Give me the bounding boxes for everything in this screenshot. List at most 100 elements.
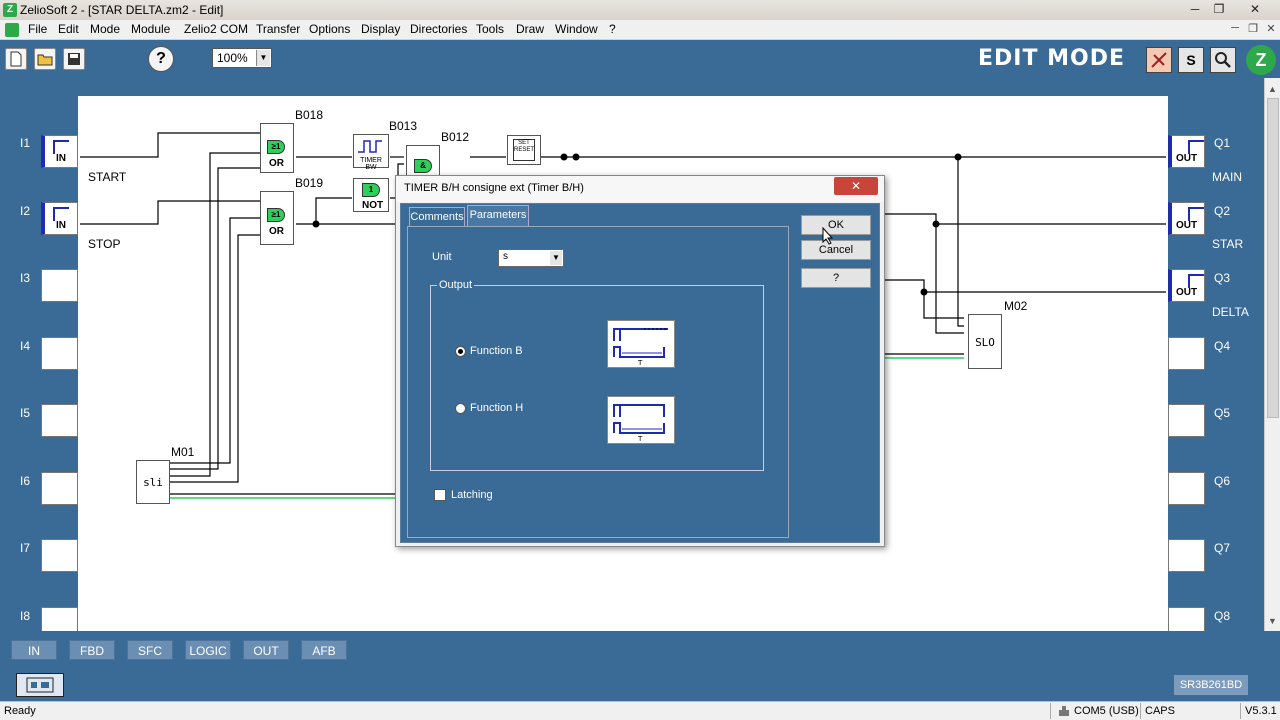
scroll-thumb[interactable] bbox=[1267, 98, 1279, 418]
output-slot-q6[interactable] bbox=[1168, 472, 1205, 505]
output-label-q6: Q6 bbox=[1214, 474, 1231, 488]
restore-button[interactable]: ❐ bbox=[1206, 0, 1232, 20]
unit-select[interactable]: s ▼ bbox=[498, 249, 564, 267]
module-config-icon[interactable] bbox=[16, 673, 64, 697]
monitoring-icon[interactable] bbox=[1210, 47, 1236, 73]
mdi-restore-button[interactable]: ❐ bbox=[1244, 22, 1262, 38]
mdi-close-button[interactable]: ✕ bbox=[1262, 22, 1280, 38]
menu-draw[interactable]: Draw bbox=[516, 22, 544, 36]
output-slot-q8[interactable] bbox=[1168, 607, 1205, 631]
or-gate-icon: ≥1 bbox=[267, 140, 285, 154]
input-slot-i6[interactable] bbox=[41, 472, 78, 505]
menu-mode[interactable]: Mode bbox=[90, 22, 120, 36]
zelio-logo-icon[interactable]: Z bbox=[1246, 45, 1276, 75]
menu-display[interactable]: Display bbox=[361, 22, 400, 36]
function-b-radio[interactable] bbox=[455, 346, 466, 357]
chevron-down-icon[interactable]: ▼ bbox=[256, 50, 270, 66]
input-slot-i8[interactable] bbox=[41, 607, 78, 631]
save-icon[interactable] bbox=[63, 48, 85, 70]
menu-transfer[interactable]: Transfer bbox=[256, 22, 300, 36]
menu-options[interactable]: Options bbox=[309, 22, 350, 36]
menu-tools[interactable]: Tools bbox=[476, 22, 504, 36]
function-h-label[interactable]: Function H bbox=[470, 402, 523, 414]
output-label-q8: Q8 bbox=[1214, 609, 1231, 623]
ok-button[interactable]: OK bbox=[801, 215, 871, 235]
timer-parameters-dialog: TIMER B/H consigne ext (Timer B/H) ✕ Com… bbox=[395, 175, 885, 547]
latching-checkbox[interactable] bbox=[434, 489, 446, 501]
output-name-delta: DELTA bbox=[1212, 305, 1249, 319]
block-id-m01: M01 bbox=[171, 445, 195, 459]
zoom-select[interactable]: 100% ▼ bbox=[212, 48, 272, 68]
input-block-label: IN bbox=[56, 220, 66, 231]
tab-parameters[interactable]: Parameters bbox=[467, 205, 529, 227]
cancel-button[interactable]: Cancel bbox=[801, 240, 871, 260]
dialog-close-button[interactable]: ✕ bbox=[834, 177, 878, 195]
menu-file[interactable]: File bbox=[28, 22, 47, 36]
help-button[interactable]: ? bbox=[148, 46, 174, 72]
tab-comments[interactable]: Comments bbox=[409, 207, 465, 227]
chevron-down-icon[interactable]: ▼ bbox=[550, 251, 562, 265]
timer-bw-block[interactable]: TIMER BW bbox=[353, 134, 389, 171]
scroll-up-icon[interactable]: ▲ bbox=[1268, 84, 1277, 94]
tab-out[interactable]: OUT bbox=[243, 640, 289, 660]
simulation-button[interactable]: S bbox=[1178, 47, 1204, 73]
output-label-q1: Q1 bbox=[1214, 136, 1231, 150]
menu-zelio2com[interactable]: Zelio2 COM bbox=[184, 22, 248, 36]
tab-logic[interactable]: LOGIC bbox=[185, 640, 231, 660]
menu-edit[interactable]: Edit bbox=[58, 22, 79, 36]
input-step-icon bbox=[53, 207, 69, 221]
scroll-down-icon[interactable]: ▼ bbox=[1268, 616, 1277, 626]
status-separator bbox=[1240, 703, 1241, 719]
slot-output-m02[interactable]: SLO bbox=[968, 314, 1002, 369]
edit-mode-icon[interactable] bbox=[1146, 47, 1172, 73]
menu-window[interactable]: Window bbox=[555, 22, 598, 36]
latching-label[interactable]: Latching bbox=[451, 489, 493, 501]
output-slot-q5[interactable] bbox=[1168, 404, 1205, 437]
mdi-minimize-button[interactable]: ─ bbox=[1226, 22, 1244, 38]
slot-input-m01[interactable]: sli bbox=[136, 460, 170, 504]
dialog-body: Comments Parameters Unit s ▼ Output Func… bbox=[400, 203, 880, 543]
function-b-label[interactable]: Function B bbox=[470, 345, 523, 357]
output-slot-q4[interactable] bbox=[1168, 337, 1205, 370]
or-label: OR bbox=[269, 158, 284, 169]
input-slot-i3[interactable] bbox=[41, 269, 78, 302]
or-gate-b019[interactable]: ≥1 OR bbox=[260, 191, 294, 245]
function-h-radio[interactable] bbox=[455, 403, 466, 414]
timer-pulse-icon bbox=[358, 140, 382, 153]
or-gate-b018[interactable]: ≥1 OR bbox=[260, 123, 294, 173]
output-block-q1[interactable]: OUT bbox=[1168, 135, 1205, 168]
dialog-title-bar[interactable]: TIMER B/H consigne ext (Timer B/H) ✕ bbox=[396, 176, 884, 202]
output-block-label: OUT bbox=[1176, 220, 1198, 231]
tab-sfc[interactable]: SFC bbox=[127, 640, 173, 660]
input-slot-i5[interactable] bbox=[41, 404, 78, 437]
minimize-button[interactable]: ─ bbox=[1182, 0, 1208, 20]
document-icon[interactable] bbox=[5, 23, 19, 37]
new-file-icon[interactable] bbox=[5, 48, 27, 70]
module-model-label: SR3B261BD bbox=[1174, 675, 1248, 695]
set-reset-block[interactable]: SET RESET bbox=[507, 135, 541, 165]
close-button[interactable]: ✕ bbox=[1242, 0, 1268, 20]
input-slot-i4[interactable] bbox=[41, 337, 78, 370]
tab-fbd[interactable]: FBD bbox=[69, 640, 115, 660]
input-block-i1[interactable]: IN bbox=[41, 135, 78, 168]
vertical-scrollbar[interactable]: ▲ ▼ bbox=[1264, 78, 1280, 631]
input-block-i2[interactable]: IN bbox=[41, 202, 78, 235]
output-slot-q7[interactable] bbox=[1168, 539, 1205, 572]
input-label-i6: I6 bbox=[20, 474, 31, 488]
menu-help[interactable]: ? bbox=[609, 22, 616, 36]
output-block-q2[interactable]: OUT bbox=[1168, 202, 1205, 235]
input-slot-i7[interactable] bbox=[41, 539, 78, 572]
unit-label: Unit bbox=[432, 251, 452, 263]
menu-module[interactable]: Module bbox=[131, 22, 170, 36]
menu-directories[interactable]: Directories bbox=[410, 22, 467, 36]
block-id-b013: B013 bbox=[389, 119, 418, 133]
not-gate-block[interactable]: 1 NOT bbox=[353, 178, 389, 212]
function-h-diagram-icon: T bbox=[607, 396, 675, 444]
window-title: ZelioSoft 2 - [STAR DELTA.zm2 - Edit] bbox=[20, 3, 224, 17]
open-folder-icon[interactable] bbox=[34, 48, 56, 70]
tab-in[interactable]: IN bbox=[11, 640, 57, 660]
timer-bw-label: TIMER BW bbox=[360, 157, 382, 171]
dialog-help-button[interactable]: ? bbox=[801, 268, 871, 288]
tab-afb[interactable]: AFB bbox=[301, 640, 347, 660]
output-block-q3[interactable]: OUT bbox=[1168, 269, 1205, 302]
